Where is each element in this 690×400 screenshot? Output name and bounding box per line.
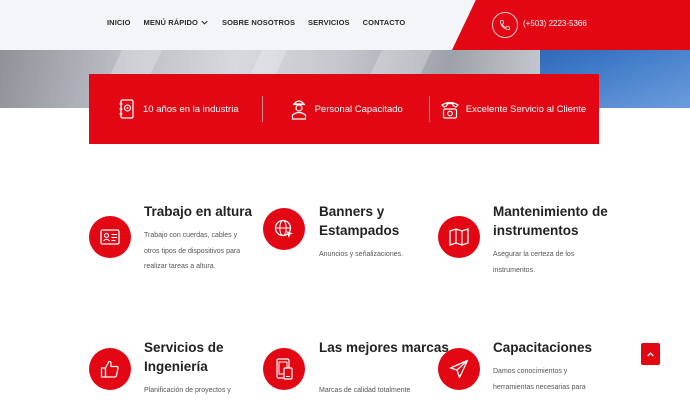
thumbs-up-icon: [89, 348, 131, 390]
feature-service-label: Excelente Servicio al Cliente: [465, 103, 587, 115]
feature-divider: [428, 96, 430, 122]
service-title: Trabajo en altura: [144, 204, 253, 219]
nav-inicio[interactable]: INICIO: [107, 18, 131, 27]
site-header: INICIO MENÚ RÁPIDO SOBRE NOSOTROS SERVIC…: [0, 0, 690, 50]
telephone-icon: [440, 97, 460, 121]
nav-contacto[interactable]: CONTACTO: [363, 18, 406, 27]
worker-icon: [289, 97, 309, 121]
feature-staff-label: Personal Capacitado: [314, 103, 403, 115]
paper-plane-icon: [438, 348, 480, 390]
nav-menu-rapido-label: MENÚ RÁPIDO: [143, 18, 198, 27]
service-desc: Planificación de proyectos y: [144, 387, 231, 394]
nav-menu-rapido[interactable]: MENÚ RÁPIDO: [144, 18, 209, 27]
address-book-icon: [117, 97, 137, 121]
service-desc: Trabajo con cuerdas, cables y otros tipo…: [144, 232, 241, 270]
devices-icon: [263, 348, 305, 390]
features-bar: 10 años en la industria Personal Capacit…: [89, 74, 599, 144]
feature-staff: Personal Capacitado: [289, 74, 403, 144]
service-title: Capacitaciones: [493, 340, 593, 355]
service-title: Las mejores marcas: [319, 340, 449, 355]
service-desc: Marcas de calidad totalmente: [319, 387, 411, 394]
service-title: Mantenimiento de instrumentos: [493, 204, 608, 238]
id-card-icon: [89, 216, 131, 258]
service-desc: Anuncios y señalizaciones.: [319, 251, 404, 258]
phone-icon[interactable]: [492, 12, 518, 38]
nav-servicios[interactable]: SERVICIOS: [308, 18, 350, 27]
feature-service: Excelente Servicio al Cliente: [440, 74, 586, 144]
globe-cursor-icon: [263, 208, 305, 250]
scroll-top-button[interactable]: [641, 343, 660, 365]
feature-divider: [261, 96, 263, 122]
map-icon: [438, 216, 480, 258]
nav-sobre-nosotros[interactable]: SOBRE NOSOTROS: [222, 18, 295, 27]
chevron-down-icon: [201, 20, 208, 25]
feature-experience: 10 años en la industria: [117, 74, 239, 144]
feature-experience-label: 10 años en la industria: [143, 103, 239, 115]
phone-number[interactable]: (+503) 2223-5366: [523, 19, 587, 28]
main-nav: INICIO MENÚ RÁPIDO SOBRE NOSOTROS SERVIC…: [107, 18, 418, 27]
chevron-up-icon: [647, 351, 654, 356]
service-desc: Asegurar la certeza de los instrumentos.: [493, 251, 575, 274]
service-desc: Damos conocimientos y herramientas neces…: [493, 368, 586, 391]
